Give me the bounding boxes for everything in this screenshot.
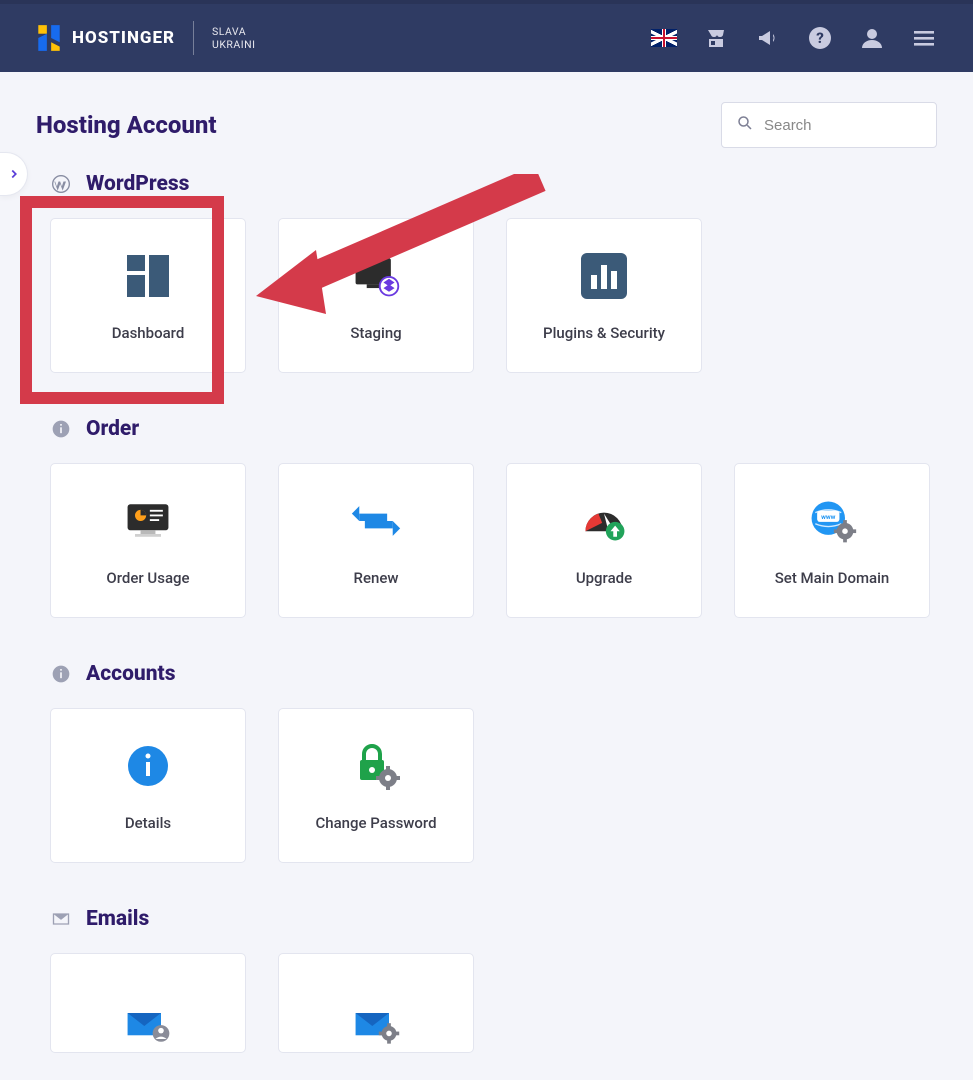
header-actions: ? bbox=[651, 27, 937, 49]
section-title-order: Order bbox=[86, 417, 139, 441]
card-label: Details bbox=[125, 814, 171, 832]
section-title-accounts: Accounts bbox=[86, 662, 175, 686]
info-icon bbox=[50, 418, 72, 440]
menu-icon[interactable] bbox=[911, 27, 937, 49]
card-label: Renew bbox=[354, 569, 399, 587]
info-icon bbox=[50, 663, 72, 685]
bar-chart-icon bbox=[578, 250, 630, 302]
svg-text:?: ? bbox=[816, 29, 824, 47]
brand-logo[interactable]: HOSTINGER bbox=[36, 23, 175, 53]
svg-text:www: www bbox=[821, 513, 836, 521]
section-wordpress: WordPress Dashboard bbox=[32, 172, 937, 373]
mail-icon bbox=[50, 908, 72, 930]
gauge-up-icon bbox=[578, 495, 630, 547]
account-icon[interactable] bbox=[859, 27, 885, 49]
section-title-wordpress: WordPress bbox=[86, 172, 189, 196]
card-label: Order Usage bbox=[106, 569, 189, 587]
card-details[interactable]: Details bbox=[50, 708, 246, 863]
mail-gear-icon bbox=[350, 1000, 402, 1052]
page-title: Hosting Account bbox=[36, 111, 217, 139]
store-icon[interactable] bbox=[703, 27, 729, 49]
staging-icon bbox=[350, 250, 402, 302]
card-label: Dashboard bbox=[112, 324, 185, 342]
section-emails: Emails bbox=[32, 907, 937, 1053]
card-email-accounts[interactable] bbox=[50, 953, 246, 1053]
renew-arrows-icon bbox=[350, 495, 402, 547]
card-upgrade[interactable]: Upgrade bbox=[506, 463, 702, 618]
app-header: HOSTINGER SLAVA UKRAINI ? bbox=[0, 0, 973, 72]
card-staging[interactable]: Staging bbox=[278, 218, 474, 373]
card-label: Set Main Domain bbox=[775, 569, 890, 587]
section-order: Order Order Usage bbox=[32, 417, 937, 618]
wordpress-icon bbox=[50, 173, 72, 195]
card-label: Staging bbox=[350, 324, 401, 342]
motto-line-1: SLAVA bbox=[212, 25, 255, 38]
globe-gear-icon: www bbox=[806, 495, 858, 547]
card-order-usage[interactable]: Order Usage bbox=[50, 463, 246, 618]
hostinger-logo-icon bbox=[36, 23, 62, 53]
card-email-settings[interactable] bbox=[278, 953, 474, 1053]
header-divider bbox=[193, 21, 194, 55]
header-motto: SLAVA UKRAINI bbox=[212, 25, 255, 51]
card-dashboard[interactable]: Dashboard bbox=[50, 218, 246, 373]
info-circle-icon bbox=[122, 740, 174, 792]
section-accounts: Accounts Details bbox=[32, 662, 937, 863]
card-plugins-security[interactable]: Plugins & Security bbox=[506, 218, 702, 373]
card-label: Plugins & Security bbox=[543, 324, 665, 342]
language-flag-icon[interactable] bbox=[651, 27, 677, 49]
card-set-main-domain[interactable]: www Set Main Domain bbox=[734, 463, 930, 618]
card-change-password[interactable]: Change Password bbox=[278, 708, 474, 863]
usage-monitor-icon bbox=[122, 495, 174, 547]
dashboard-icon bbox=[122, 250, 174, 302]
announcement-icon[interactable] bbox=[755, 27, 781, 49]
mail-user-icon bbox=[122, 1000, 174, 1052]
card-renew[interactable]: Renew bbox=[278, 463, 474, 618]
lock-gear-icon bbox=[350, 740, 402, 792]
search-box[interactable] bbox=[721, 102, 937, 148]
section-title-emails: Emails bbox=[86, 907, 149, 931]
card-label: Upgrade bbox=[576, 569, 632, 587]
search-icon bbox=[736, 114, 754, 136]
motto-line-2: UKRAINI bbox=[212, 38, 255, 51]
help-icon[interactable]: ? bbox=[807, 27, 833, 49]
card-label: Change Password bbox=[315, 814, 436, 832]
search-input[interactable] bbox=[764, 117, 922, 134]
brand-name: HOSTINGER bbox=[72, 28, 175, 48]
